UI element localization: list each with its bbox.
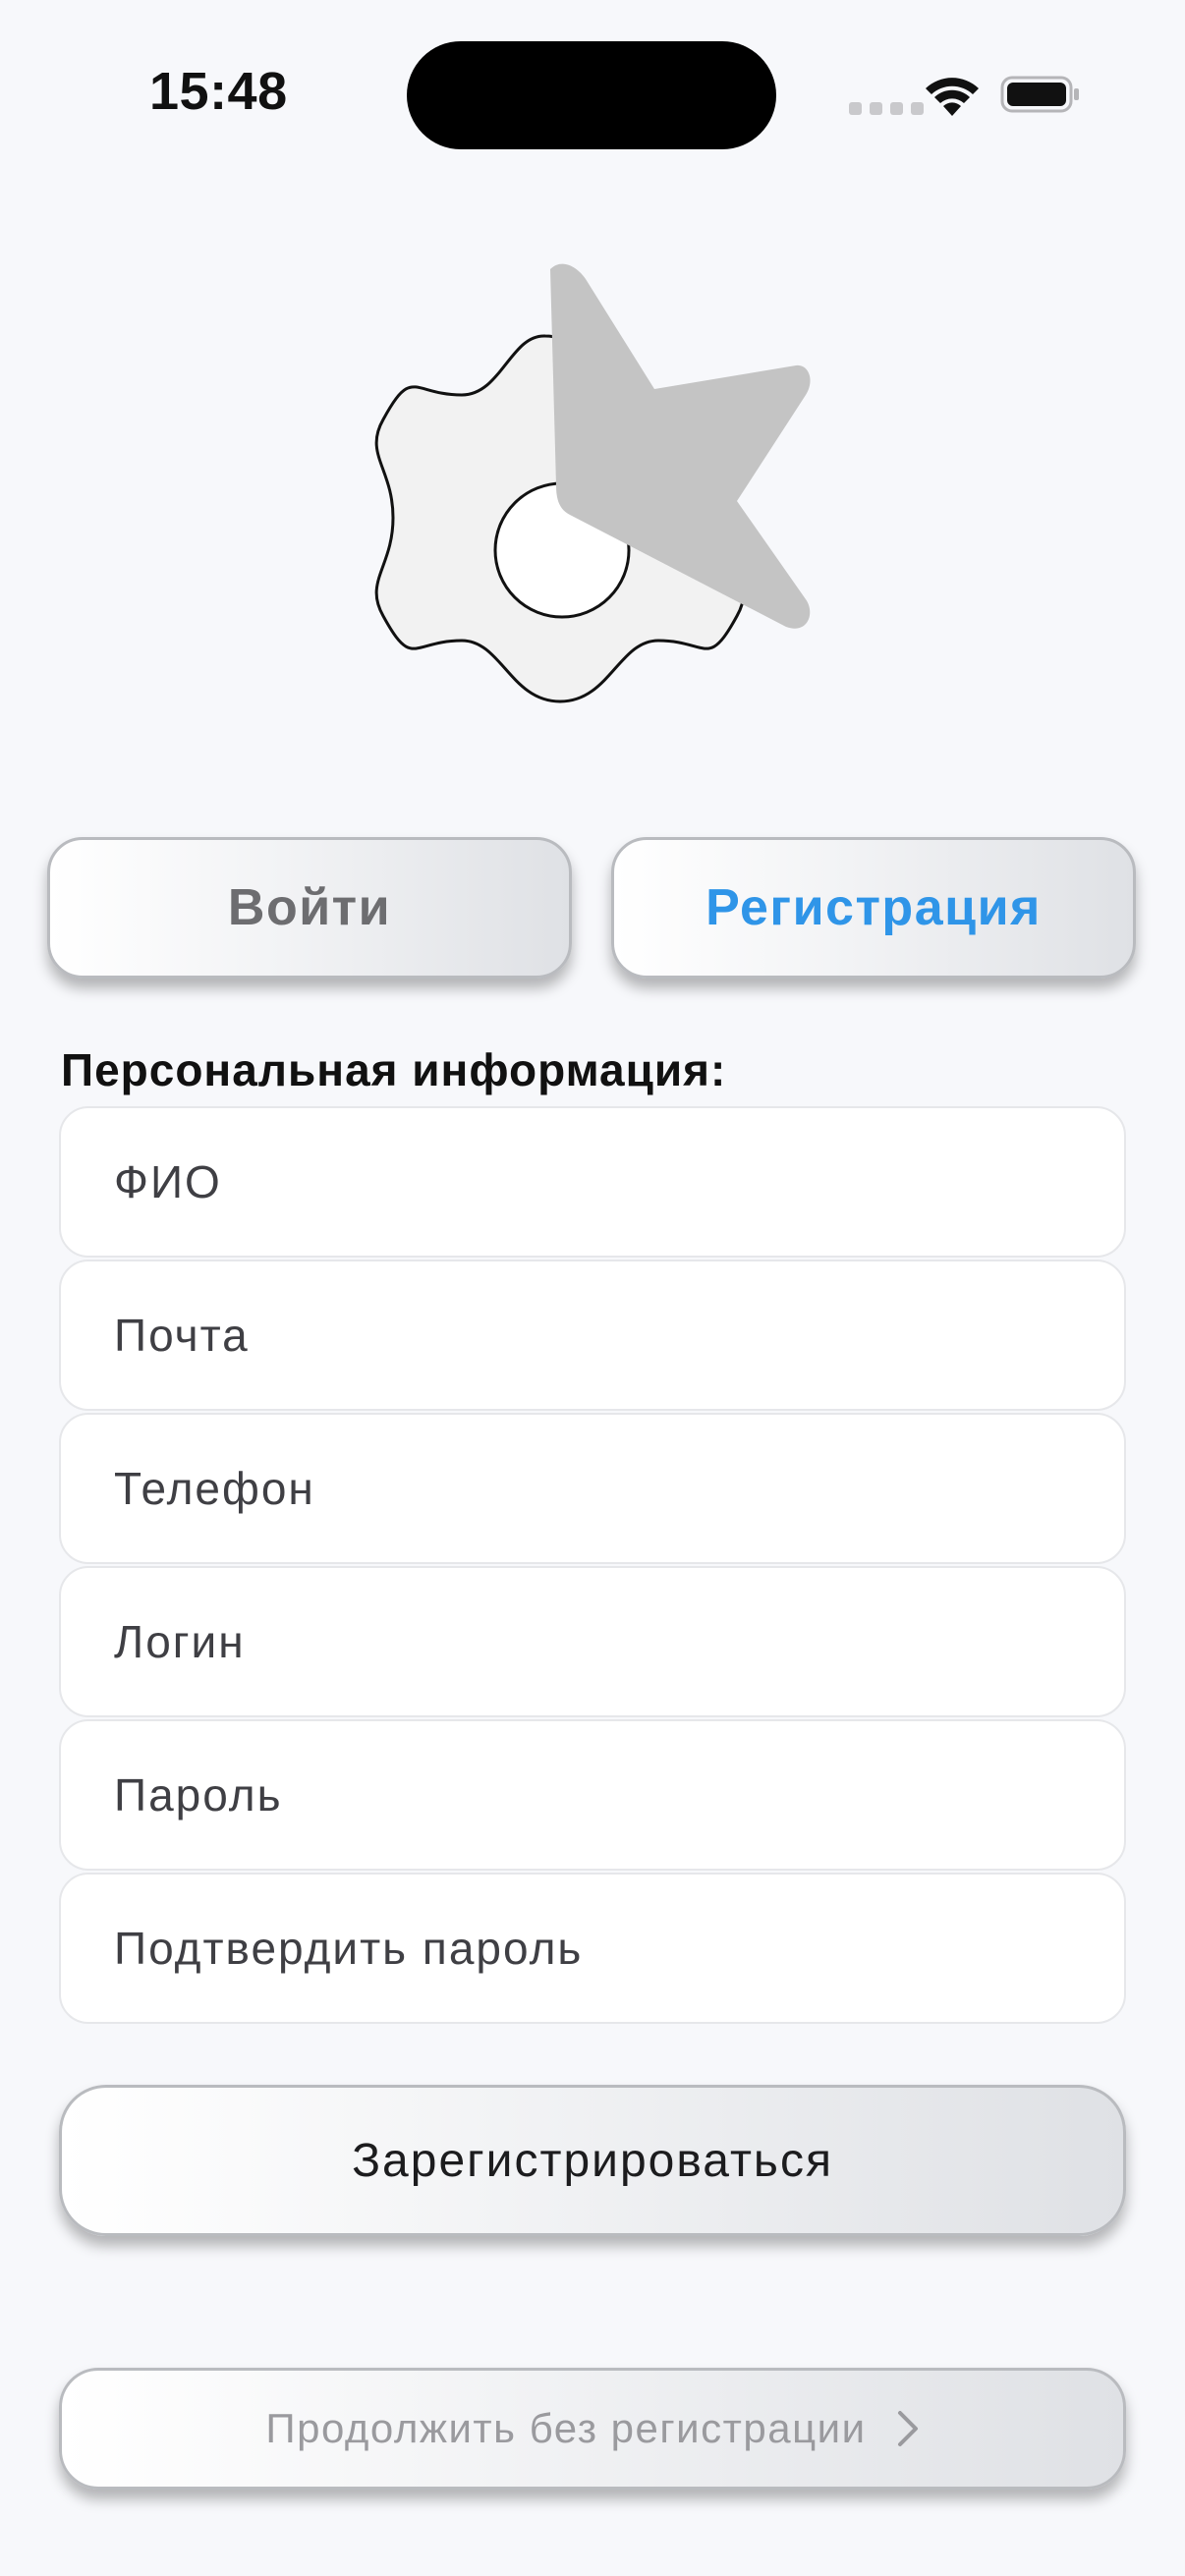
- register-button[interactable]: Зарегистрироваться: [59, 2085, 1126, 2236]
- status-time: 15:48: [149, 62, 288, 121]
- registration-form: ФИО Почта Телефон Логин Пароль Подтверди…: [59, 1106, 1126, 2026]
- chevron-right-icon: [897, 2411, 918, 2446]
- phone-field[interactable]: Телефон: [59, 1413, 1126, 1564]
- full-name-field[interactable]: ФИО: [59, 1106, 1126, 1258]
- password-field[interactable]: Пароль: [59, 1719, 1126, 1871]
- continue-without-registration-button[interactable]: Продолжить без регистрации: [59, 2368, 1126, 2490]
- tab-register[interactable]: Регистрация: [611, 837, 1136, 979]
- continue-without-registration-label: Продолжить без регистрации: [265, 2405, 867, 2451]
- login-field[interactable]: Логин: [59, 1566, 1126, 1717]
- wifi-icon: [926, 78, 979, 116]
- email-field[interactable]: Почта: [59, 1260, 1126, 1411]
- section-title: Персональная информация:: [61, 1044, 727, 1095]
- tab-login[interactable]: Войти: [47, 837, 572, 979]
- cellular-signal-icon: [849, 102, 924, 115]
- battery-icon: [1000, 76, 1079, 113]
- registration-screen: 15:48 Войти Регистрация Персональная инф…: [0, 0, 1185, 2576]
- dynamic-island: [407, 41, 776, 149]
- confirm-password-field[interactable]: Подтвердить пароль: [59, 1873, 1126, 2024]
- app-logo-icon: [374, 263, 811, 703]
